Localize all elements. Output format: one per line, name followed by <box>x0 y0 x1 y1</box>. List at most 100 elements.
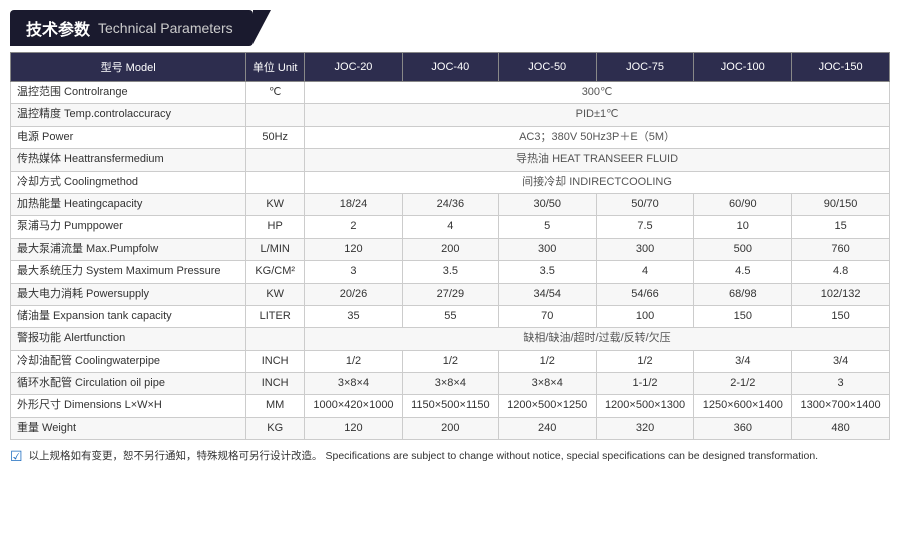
table-row: 最大电力消耗 PowersupplyKW20/2627/2934/5454/66… <box>11 283 890 305</box>
row-value: 3/4 <box>792 350 890 372</box>
row-value: 500 <box>694 238 792 260</box>
row-unit: KW <box>246 193 305 215</box>
header-section: 技术参数 Technical Parameters <box>0 0 900 46</box>
row-value: 70 <box>498 305 596 327</box>
row-label: 重量 Weight <box>11 417 246 439</box>
row-value: 4 <box>596 261 694 283</box>
table-row: 外形尺寸 Dimensions L×W×HMM1000×420×10001150… <box>11 395 890 417</box>
row-value: 3.5 <box>498 261 596 283</box>
table-row: 重量 WeightKG120200240320360480 <box>11 417 890 439</box>
column-header: 型号 Model <box>11 53 246 82</box>
column-header: JOC-50 <box>498 53 596 82</box>
row-value: 4.8 <box>792 261 890 283</box>
row-value: 2-1/2 <box>694 373 792 395</box>
table-row: 最大系统压力 System Maximum PressureKG/CM²33.5… <box>11 261 890 283</box>
row-value: 100 <box>596 305 694 327</box>
row-label: 温控精度 Temp.controlaccuracy <box>11 104 246 126</box>
row-label: 最大泵浦流量 Max.Pumpfolw <box>11 238 246 260</box>
column-header: JOC-150 <box>792 53 890 82</box>
row-label: 冷却方式 Coolingmethod <box>11 171 246 193</box>
row-value: 300 <box>498 238 596 260</box>
row-unit: INCH <box>246 373 305 395</box>
row-unit <box>246 328 305 350</box>
footer-text: 以上规格如有变更，恕不另行通知，特殊规格可另行设计改造。 Specificati… <box>29 448 819 463</box>
table-row: 泵浦马力 PumppowerHP2457.51015 <box>11 216 890 238</box>
row-unit <box>246 104 305 126</box>
row-value: 3/4 <box>694 350 792 372</box>
row-value: 150 <box>792 305 890 327</box>
row-value: 3 <box>792 373 890 395</box>
row-unit <box>246 149 305 171</box>
row-value: 1200×500×1250 <box>498 395 596 417</box>
row-value: 3×8×4 <box>305 373 403 395</box>
row-value: 27/29 <box>402 283 498 305</box>
row-value: 150 <box>694 305 792 327</box>
row-unit: KW <box>246 283 305 305</box>
row-value: 1/2 <box>305 350 403 372</box>
row-value: 1000×420×1000 <box>305 395 403 417</box>
row-span-value: 间接冷却 INDIRECTCOOLING <box>305 171 890 193</box>
row-span-value: 缺相/缺油/超时/过载/反转/欠压 <box>305 328 890 350</box>
row-value: 120 <box>305 238 403 260</box>
check-icon: ☑ <box>10 448 23 465</box>
row-label: 泵浦马力 Pumppower <box>11 216 246 238</box>
row-label: 加热能量 Heatingcapacity <box>11 193 246 215</box>
row-value: 10 <box>694 216 792 238</box>
row-value: 54/66 <box>596 283 694 305</box>
row-value: 2 <box>305 216 403 238</box>
row-value: 3.5 <box>402 261 498 283</box>
column-header: JOC-40 <box>402 53 498 82</box>
table-row: 警报功能 Alertfunction 缺相/缺油/超时/过载/反转/欠压 <box>11 328 890 350</box>
row-value: 1150×500×1150 <box>402 395 498 417</box>
row-unit: 50Hz <box>246 126 305 148</box>
header-banner: 技术参数 Technical Parameters <box>10 10 253 46</box>
footer-section: ☑ 以上规格如有变更，恕不另行通知，特殊规格可另行设计改造。 Specifica… <box>0 444 900 469</box>
row-unit: ℃ <box>246 82 305 104</box>
row-value: 320 <box>596 417 694 439</box>
row-value: 24/36 <box>402 193 498 215</box>
row-value: 200 <box>402 417 498 439</box>
row-value: 240 <box>498 417 596 439</box>
row-label: 电源 Power <box>11 126 246 148</box>
spec-table: 型号 Model单位 UnitJOC-20JOC-40JOC-50JOC-75J… <box>10 52 890 440</box>
row-value: 30/50 <box>498 193 596 215</box>
row-label: 最大系统压力 System Maximum Pressure <box>11 261 246 283</box>
row-value: 34/54 <box>498 283 596 305</box>
row-unit: L/MIN <box>246 238 305 260</box>
column-header: JOC-100 <box>694 53 792 82</box>
row-value: 4 <box>402 216 498 238</box>
row-value: 20/26 <box>305 283 403 305</box>
table-row: 温控范围 Controlrange℃300℃ <box>11 82 890 104</box>
row-value: 102/132 <box>792 283 890 305</box>
row-label: 温控范围 Controlrange <box>11 82 246 104</box>
row-span-value: AC3；380V 50Hz3P＋E（5M） <box>305 126 890 148</box>
table-row: 冷却油配管 CoolingwaterpipeINCH1/21/21/21/23/… <box>11 350 890 372</box>
row-label: 警报功能 Alertfunction <box>11 328 246 350</box>
row-span-value: 导热油 HEAT TRANSEER FLUID <box>305 149 890 171</box>
row-unit: MM <box>246 395 305 417</box>
row-value: 360 <box>694 417 792 439</box>
header-zh-title: 技术参数 <box>26 16 90 40</box>
table-row: 电源 Power50HzAC3；380V 50Hz3P＋E（5M） <box>11 126 890 148</box>
row-value: 1-1/2 <box>596 373 694 395</box>
row-value: 300 <box>596 238 694 260</box>
table-row: 最大泵浦流量 Max.PumpfolwL/MIN1202003003005007… <box>11 238 890 260</box>
table-row: 温控精度 Temp.controlaccuracy PID±1℃ <box>11 104 890 126</box>
row-value: 3×8×4 <box>498 373 596 395</box>
row-label: 传热媒体 Heattransfermedium <box>11 149 246 171</box>
column-header: 单位 Unit <box>246 53 305 82</box>
row-unit: KG/CM² <box>246 261 305 283</box>
table-row: 传热媒体 Heattransfermedium 导热油 HEAT TRANSEER… <box>11 149 890 171</box>
table-row: 储油量 Expansion tank capacityLITER35557010… <box>11 305 890 327</box>
table-section: 型号 Model单位 UnitJOC-20JOC-40JOC-50JOC-75J… <box>0 46 900 444</box>
row-value: 1/2 <box>402 350 498 372</box>
row-value: 1250×600×1400 <box>694 395 792 417</box>
row-unit: HP <box>246 216 305 238</box>
row-value: 15 <box>792 216 890 238</box>
row-value: 480 <box>792 417 890 439</box>
row-span-value: PID±1℃ <box>305 104 890 126</box>
row-value: 60/90 <box>694 193 792 215</box>
row-unit: KG <box>246 417 305 439</box>
row-value: 1/2 <box>498 350 596 372</box>
row-label: 外形尺寸 Dimensions L×W×H <box>11 395 246 417</box>
